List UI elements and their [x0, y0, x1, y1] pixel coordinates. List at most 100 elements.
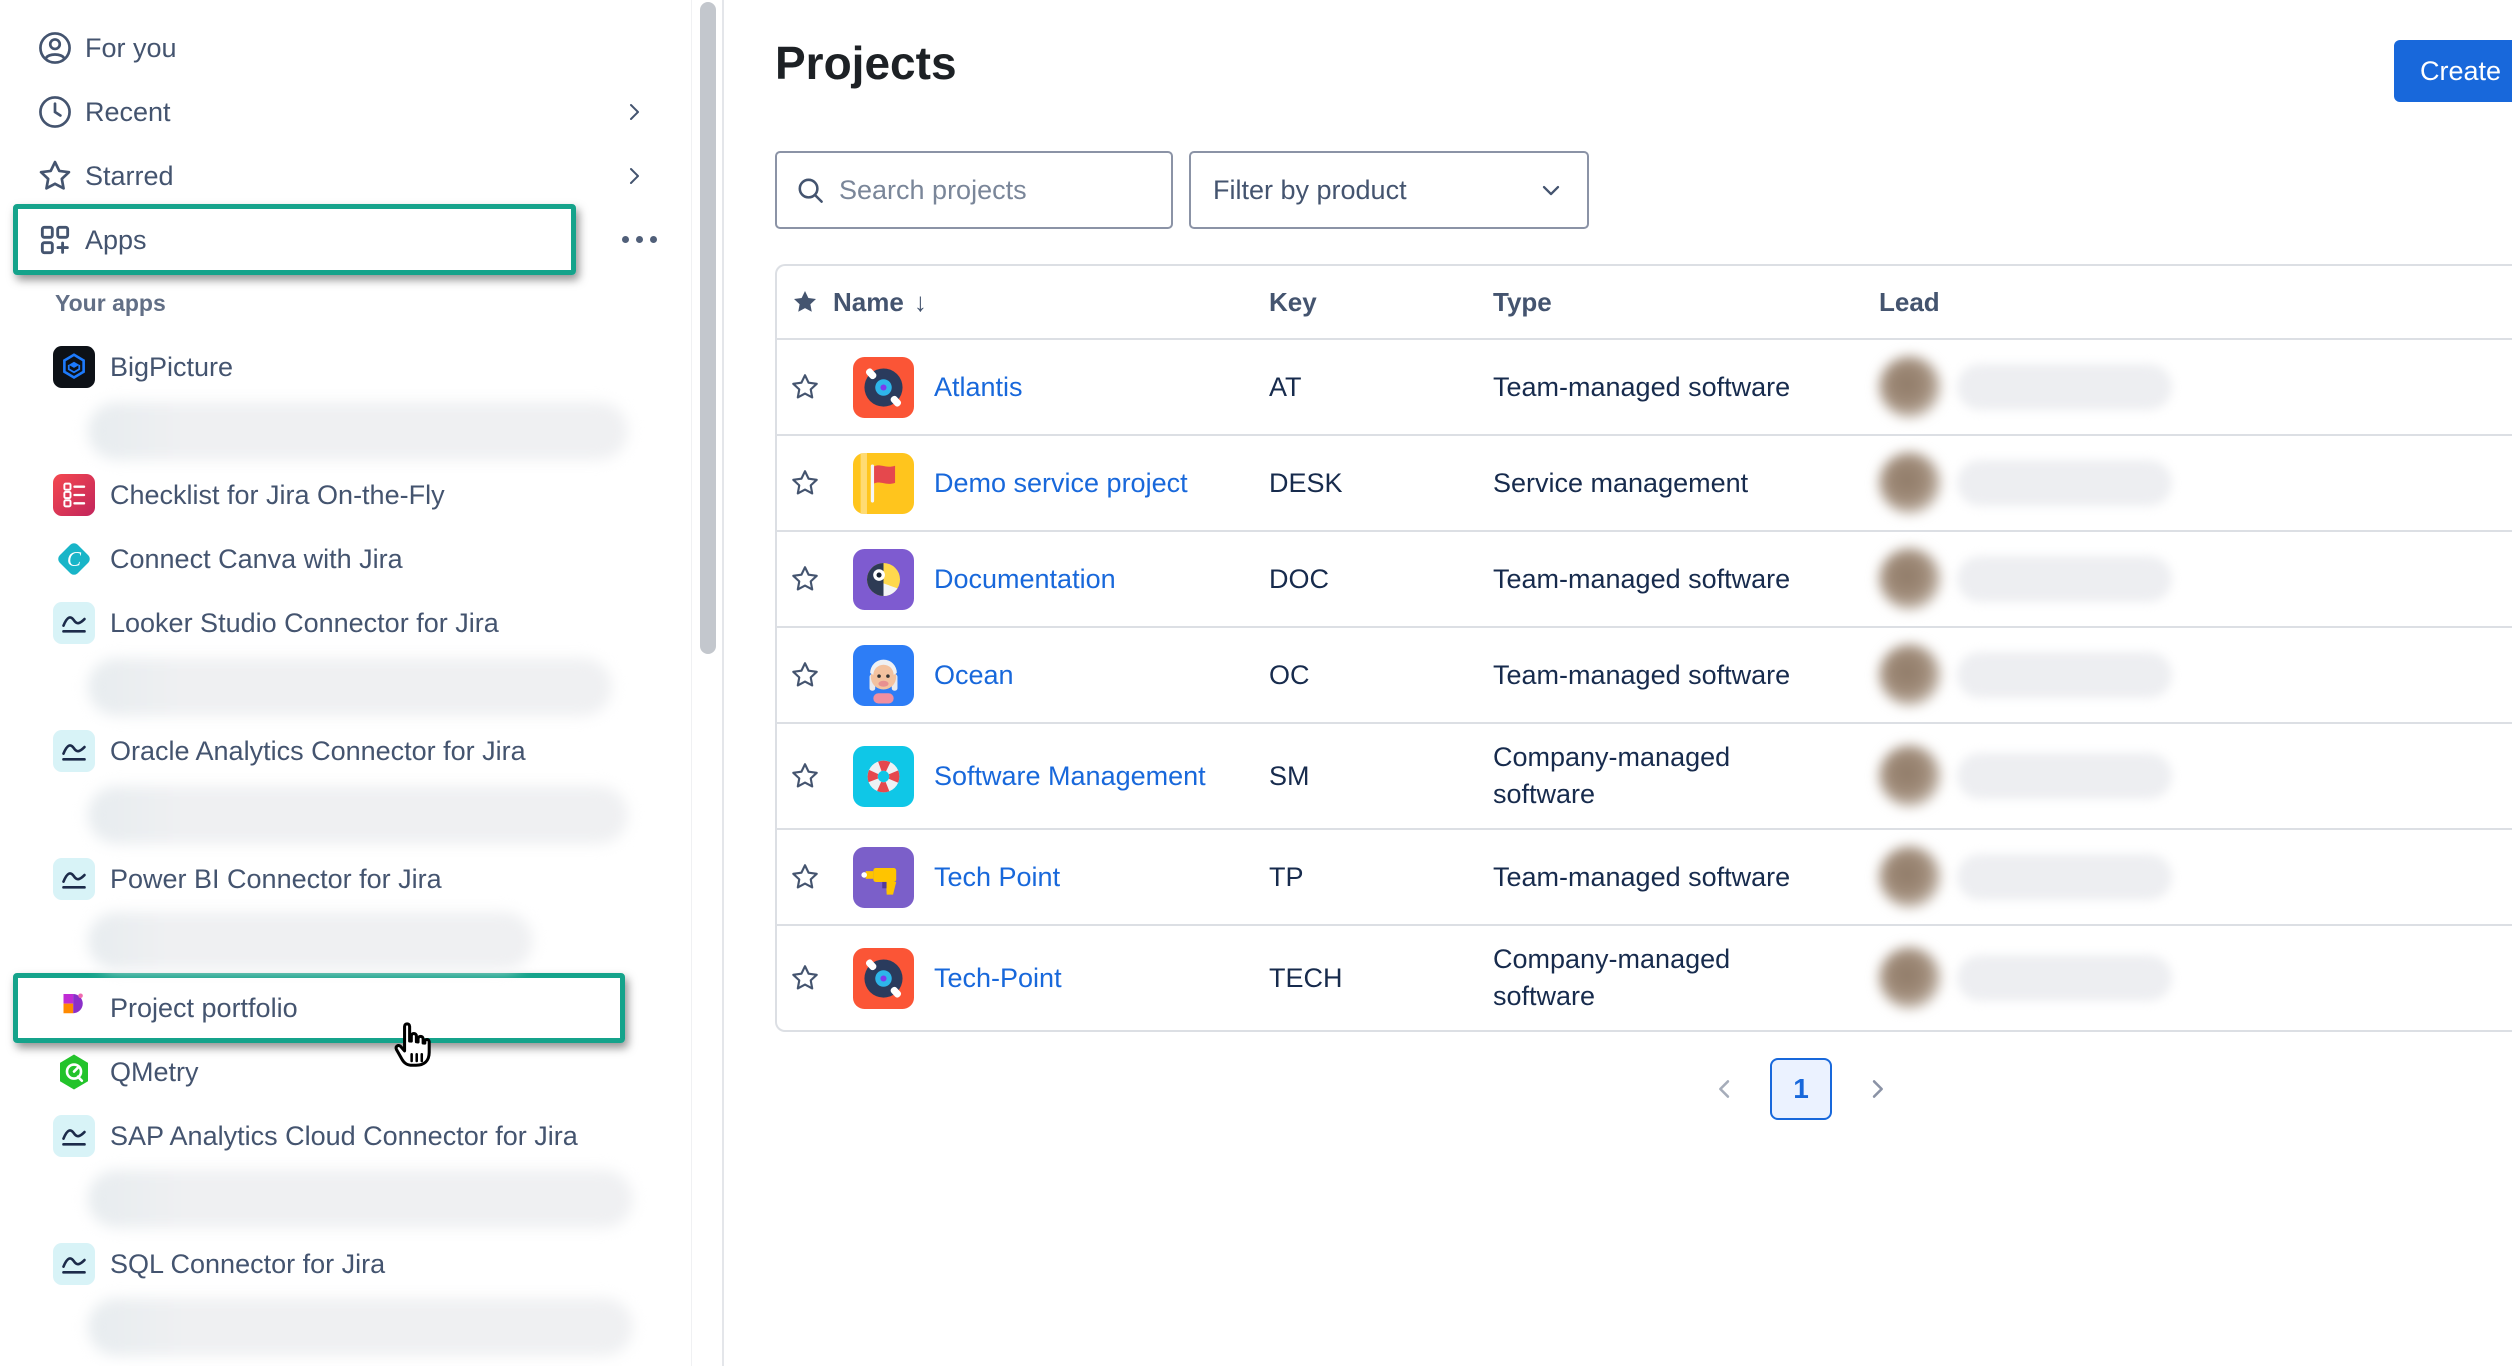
- chart-connector-app-icon: [53, 858, 95, 900]
- table-row-name: Ocean: [833, 626, 1269, 722]
- app-label: BigPicture: [110, 352, 233, 383]
- canva-app-icon: C: [53, 538, 95, 580]
- sidebar-item-label: Apps: [85, 225, 147, 256]
- project-link[interactable]: Demo service project: [934, 468, 1188, 499]
- chevron-right-icon[interactable]: [622, 164, 646, 188]
- vinyl-record-project-icon: [853, 357, 914, 418]
- table-cell-type: Service management: [1493, 434, 1879, 530]
- search-icon: [793, 173, 827, 207]
- app-label: Oracle Analytics Connector for Jira: [110, 736, 526, 767]
- sidebar-app-sap[interactable]: SAP Analytics Cloud Connector for Jira: [0, 1104, 692, 1168]
- table-row-name: Software Management: [833, 722, 1269, 828]
- column-header-type[interactable]: Type: [1493, 266, 1879, 338]
- sidebar-app-oracle[interactable]: Oracle Analytics Connector for Jira: [0, 719, 692, 783]
- redacted-app-row: [88, 912, 533, 970]
- sidebar-item-starred[interactable]: Starred: [0, 144, 692, 208]
- table-row-name: Documentation: [833, 530, 1269, 626]
- star-outline-icon: [789, 760, 821, 792]
- sidebar-app-powerbi[interactable]: Power BI Connector for Jira: [0, 847, 692, 911]
- table-cell-lead-redacted: [1879, 722, 2512, 828]
- apps-grid-icon: [36, 221, 74, 259]
- create-button[interactable]: Create: [2394, 40, 2512, 102]
- search-input[interactable]: [839, 175, 1139, 206]
- star-toggle[interactable]: [777, 828, 833, 924]
- sidebar-app-project-portfolio[interactable]: Project portfolio: [0, 976, 692, 1040]
- more-ellipsis-icon[interactable]: [622, 236, 657, 243]
- project-link[interactable]: Atlantis: [934, 372, 1023, 403]
- project-link[interactable]: Documentation: [934, 564, 1116, 595]
- table-cell-type: Company-managed software: [1493, 722, 1879, 828]
- table-cell-key: OC: [1269, 626, 1493, 722]
- column-header-lead[interactable]: Lead: [1879, 266, 2512, 338]
- chart-connector-app-icon: [53, 602, 95, 644]
- projects-table: Name ↓ Key Type Lead Atlantis AT Team-ma…: [775, 264, 2512, 1032]
- column-header-star[interactable]: [777, 266, 833, 338]
- redacted-lead-name: [1957, 753, 2172, 799]
- page-1-button[interactable]: 1: [1770, 1058, 1832, 1120]
- sidebar-app-sql[interactable]: SQL Connector for Jira: [0, 1232, 692, 1296]
- your-apps-section-label: Your apps: [0, 276, 692, 330]
- pagination: 1: [1711, 1058, 1891, 1120]
- previous-page-chevron-icon[interactable]: [1711, 1075, 1739, 1103]
- star-outline-icon: [789, 467, 821, 499]
- chevron-right-icon[interactable]: [622, 100, 646, 124]
- redacted-avatar: [1879, 947, 1941, 1009]
- star-icon: [36, 157, 74, 195]
- star-toggle[interactable]: [777, 338, 833, 434]
- table-cell-type: Team-managed software: [1493, 530, 1879, 626]
- redacted-avatar: [1879, 452, 1941, 514]
- star-toggle[interactable]: [777, 722, 833, 828]
- table-cell-lead-redacted: [1879, 828, 2512, 924]
- sidebar-item-label: For you: [85, 33, 177, 64]
- redacted-lead-name: [1957, 460, 2172, 506]
- table-cell-lead-redacted: [1879, 924, 2512, 1030]
- sidebar-item-label: Recent: [85, 97, 171, 128]
- redacted-lead-name: [1957, 652, 2172, 698]
- redacted-app-row: [88, 1298, 633, 1356]
- person-icon: [36, 29, 74, 67]
- chevron-down-icon: [1537, 176, 1565, 204]
- star-toggle[interactable]: [777, 924, 833, 1030]
- sidebar-app-canva[interactable]: C Connect Canva with Jira: [0, 527, 692, 591]
- sidebar-item-recent[interactable]: Recent: [0, 80, 692, 144]
- table-cell-key: AT: [1269, 338, 1493, 434]
- redacted-lead-name: [1957, 364, 2172, 410]
- app-label: Connect Canva with Jira: [110, 544, 403, 575]
- table-cell-type: Team-managed software: [1493, 338, 1879, 434]
- redacted-avatar: [1879, 356, 1941, 418]
- sidebar-app-qmetry[interactable]: QMetry: [0, 1040, 692, 1104]
- table-row-name: Tech Point: [833, 828, 1269, 924]
- star-outline-icon: [789, 371, 821, 403]
- sidebar-app-looker[interactable]: Looker Studio Connector for Jira: [0, 591, 692, 655]
- sidebar-app-bigpicture[interactable]: BigPicture: [0, 335, 692, 399]
- star-toggle[interactable]: [777, 530, 833, 626]
- table-cell-lead-redacted: [1879, 530, 2512, 626]
- sidebar-app-checklist[interactable]: Checklist for Jira On-the-Fly: [0, 463, 692, 527]
- app-label: Project portfolio: [110, 993, 298, 1024]
- sidebar-scrollbar[interactable]: [700, 2, 716, 654]
- redacted-app-row: [88, 402, 628, 460]
- sidebar-item-for-you[interactable]: For you: [0, 16, 692, 80]
- next-page-chevron-icon[interactable]: [1863, 1075, 1891, 1103]
- qmetry-app-icon: [53, 1051, 95, 1093]
- table-row-name: Tech-Point: [833, 924, 1269, 1030]
- sidebar-item-apps[interactable]: Apps: [0, 208, 692, 272]
- clock-icon: [36, 93, 74, 131]
- filter-by-product-select[interactable]: Filter by product: [1189, 151, 1589, 229]
- project-link[interactable]: Ocean: [934, 660, 1014, 691]
- column-header-name[interactable]: Name ↓: [833, 266, 1269, 338]
- redacted-app-row: [88, 1170, 633, 1228]
- star-toggle[interactable]: [777, 626, 833, 722]
- column-header-key[interactable]: Key: [1269, 266, 1493, 338]
- redacted-avatar: [1879, 644, 1941, 706]
- app-label: SAP Analytics Cloud Connector for Jira: [110, 1121, 578, 1152]
- star-toggle[interactable]: [777, 434, 833, 530]
- search-projects-field[interactable]: [775, 151, 1173, 229]
- project-link[interactable]: Tech-Point: [934, 963, 1062, 994]
- project-link[interactable]: Tech Point: [934, 862, 1060, 893]
- app-label: SQL Connector for Jira: [110, 1249, 385, 1280]
- project-link[interactable]: Software Management: [934, 761, 1206, 792]
- redacted-lead-name: [1957, 854, 2172, 900]
- table-cell-key: SM: [1269, 722, 1493, 828]
- lifebuoy-project-icon: [853, 746, 914, 807]
